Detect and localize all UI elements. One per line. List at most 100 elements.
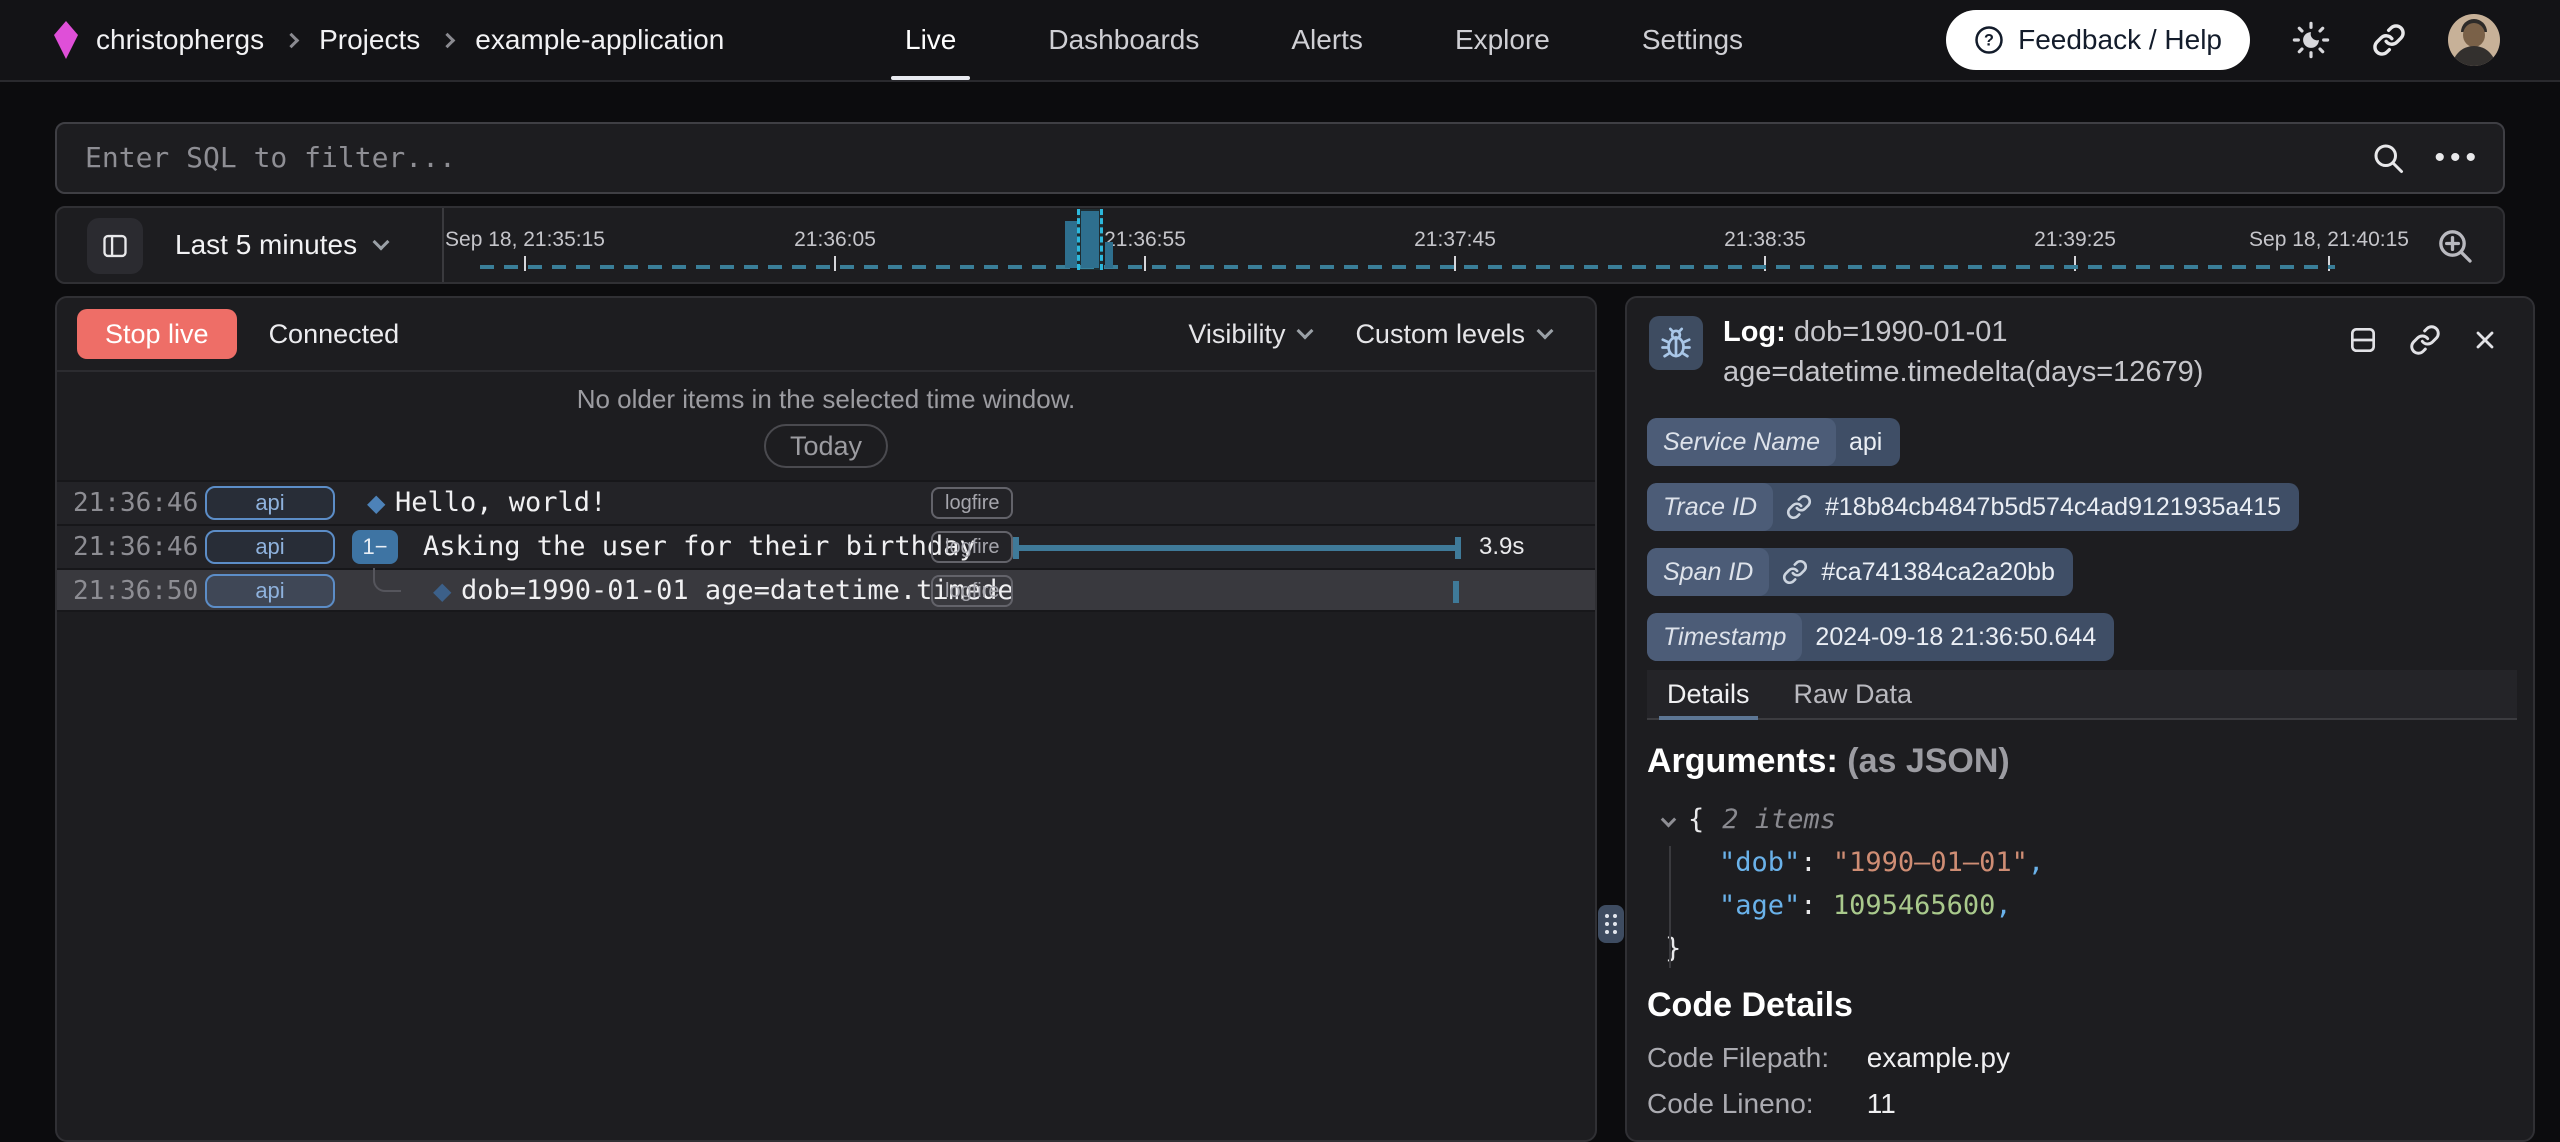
tab-raw-data[interactable]: Raw Data <box>1794 670 1913 718</box>
json-close-line: } <box>1663 927 2044 970</box>
tab-explore[interactable]: Explore <box>1455 0 1550 80</box>
json-entry: "age": 1095465600, <box>1663 884 2044 927</box>
log-time: 21:36:50 <box>73 570 198 612</box>
timeline-tick-label: Sep 18, 21:35:15 <box>445 228 605 252</box>
user-avatar[interactable] <box>2448 14 2500 66</box>
sql-filter-input[interactable]: Enter SQL to filter... <box>85 124 456 192</box>
timeline-tick-label: 21:36:05 <box>794 228 876 252</box>
link-icon <box>2409 324 2441 356</box>
tab-details[interactable]: Details <box>1667 670 1750 718</box>
histogram-bar[interactable] <box>1105 242 1113 268</box>
share-link-icon[interactable] <box>2372 23 2406 57</box>
detail-title-kind: Log: <box>1723 316 1786 348</box>
copy-link-button[interactable] <box>2409 324 2441 356</box>
sidebar-toggle-button[interactable] <box>87 218 143 274</box>
timeline-tick-label: 21:38:35 <box>1724 228 1806 252</box>
live-view-panel: Stop live Connected Visibility Custom le… <box>55 296 1597 1142</box>
chevron-down-icon <box>373 234 390 251</box>
histogram-bar[interactable] <box>1065 221 1077 268</box>
search-icon[interactable] <box>2370 140 2406 176</box>
service-badge[interactable]: api <box>205 486 335 520</box>
time-range-label: Last 5 minutes <box>175 229 357 261</box>
tab-settings[interactable]: Settings <box>1642 0 1743 80</box>
theme-toggle-icon[interactable] <box>2292 21 2330 59</box>
tab-alerts[interactable]: Alerts <box>1291 0 1363 80</box>
code-lineno-row: Code Lineno: 11 <box>1647 1088 1896 1120</box>
service-badge[interactable]: api <box>205 574 335 608</box>
tree-connector <box>373 568 401 592</box>
span-id-badge[interactable]: Span ID #ca741384ca2a20bb <box>1647 548 2073 596</box>
empty-window-message: No older items in the selected time wind… <box>57 384 1595 415</box>
link-icon <box>1786 494 1812 520</box>
collapse-children-badge[interactable]: 1− <box>352 530 398 564</box>
service-badge[interactable]: api <box>205 530 335 564</box>
timestamp-badge[interactable]: Timestamp 2024-09-18 21:36:50.644 <box>1647 613 2114 661</box>
breadcrumb-projects[interactable]: Projects <box>319 24 420 56</box>
log-row-selected[interactable]: 21:36:50 api ◆ dob=1990-01-01 age=dateti… <box>57 568 1595 612</box>
log-message: Hello, world! <box>395 482 606 524</box>
tab-dashboards[interactable]: Dashboards <box>1048 0 1199 80</box>
panel-resize-handle[interactable] <box>1598 905 1624 943</box>
visibility-dropdown[interactable]: Visibility <box>1188 319 1311 350</box>
custom-levels-dropdown[interactable]: Custom levels <box>1355 319 1551 350</box>
timeline-tick-label: 21:36:55 <box>1104 228 1186 252</box>
dock-panel-button[interactable] <box>2347 324 2379 356</box>
log-diamond-icon: ◆ <box>433 570 451 612</box>
timeline-tick-label: 21:37:45 <box>1414 228 1496 252</box>
collapse-caret-icon[interactable] <box>1661 812 1677 828</box>
trace-id-badge[interactable]: Trace ID #18b84cb4847b5d574c4ad9121935a4… <box>1647 483 2299 531</box>
top-nav: christophergs Projects example-applicati… <box>0 0 2560 82</box>
time-range-dropdown[interactable]: Last 5 minutes <box>175 208 387 282</box>
breadcrumb-org[interactable]: christophergs <box>96 24 264 56</box>
feedback-help-button[interactable]: ? Feedback / Help <box>1946 10 2250 70</box>
close-panel-button[interactable] <box>2471 326 2499 354</box>
chevron-right-icon <box>284 32 300 48</box>
nav-tabs: Live Dashboards Alerts Explore Settings <box>905 0 1743 80</box>
svg-text:?: ? <box>1984 32 1994 50</box>
magnifier-plus-icon <box>2435 226 2475 266</box>
stop-live-button[interactable]: Stop live <box>77 309 237 359</box>
today-button[interactable]: Today <box>764 424 888 468</box>
histogram-bar[interactable] <box>1081 211 1099 268</box>
breadcrumb-project[interactable]: example-application <box>475 24 724 56</box>
log-timeline-tick <box>1453 581 1459 603</box>
log-list: 21:36:46 api ◆ Hello, world! logfire 21:… <box>57 480 1595 612</box>
logfire-tag[interactable]: logfire <box>931 531 1013 563</box>
log-row[interactable]: 21:36:46 api ◆ Hello, world! logfire <box>57 480 1595 524</box>
arguments-heading: Arguments: (as JSON) <box>1647 742 2010 781</box>
zoom-in-button[interactable] <box>2435 226 2475 266</box>
timeline-baseline[interactable] <box>480 265 2335 269</box>
json-entry: "dob": "1990–01–01", <box>1663 841 2044 884</box>
bug-icon <box>1658 325 1694 361</box>
logfire-tag[interactable]: logfire <box>931 487 1013 519</box>
service-name-badge[interactable]: Service Name api <box>1647 418 1900 466</box>
tab-live[interactable]: Live <box>905 0 956 80</box>
span-duration-bar[interactable] <box>1013 545 1461 551</box>
panel-left-icon <box>101 232 129 260</box>
span-row[interactable]: 21:36:46 api 1− Asking the user for thei… <box>57 524 1595 568</box>
close-icon <box>2471 326 2499 354</box>
detail-panel: Log: dob=1990-01-01 age=datetime.timedel… <box>1625 296 2535 1142</box>
live-view-header: Stop live Connected Visibility Custom le… <box>57 298 1595 372</box>
chevron-right-icon <box>440 32 456 48</box>
chevron-down-icon <box>1537 323 1554 340</box>
logfire-logo-icon[interactable] <box>54 21 78 59</box>
indent-guide <box>1669 846 1671 968</box>
time-range-bar: Last 5 minutes Sep 18, 21:35:15 21:36:05… <box>55 206 2505 284</box>
json-viewer: {2 items "dob": "1990–01–01", "age": 109… <box>1663 798 2044 970</box>
feedback-help-label: Feedback / Help <box>2018 24 2222 56</box>
code-filepath-row: Code Filepath: example.py <box>1647 1042 2010 1074</box>
json-root-line[interactable]: {2 items <box>1663 798 2044 841</box>
log-diamond-icon: ◆ <box>367 482 385 524</box>
logfire-tag[interactable]: logfire <box>931 575 1013 607</box>
log-time: 21:36:46 <box>73 482 198 524</box>
more-options-icon[interactable]: ••• <box>2434 124 2481 192</box>
connection-status: Connected <box>269 319 400 350</box>
sql-filter-bar: Enter SQL to filter... ••• <box>55 122 2505 194</box>
chevron-down-icon <box>1297 323 1314 340</box>
span-message: Asking the user for their birthday <box>423 526 976 568</box>
breadcrumb: christophergs Projects example-applicati… <box>54 0 724 80</box>
span-duration: 3.9s <box>1479 526 1524 568</box>
question-circle-icon: ? <box>1974 25 2004 55</box>
timeline-tick-label: Sep 18, 21:40:15 <box>2249 228 2409 252</box>
